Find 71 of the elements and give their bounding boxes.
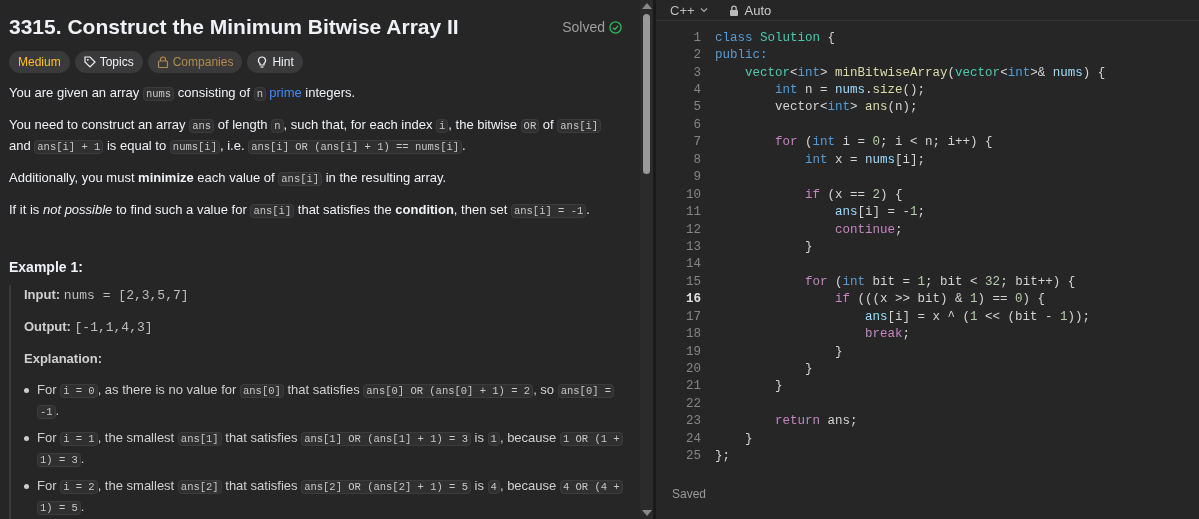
scrollbar[interactable]	[640, 0, 653, 519]
output-example-text: Output: [-1,1,4,3]	[24, 318, 154, 337]
code-line: for (int bit = 1; bit < 32; bit++) {	[804, 274, 1076, 289]
description-paragraph: If it is not possible to find such a value for ans[i] that satisfies the condition, then set ans[i] = -1 .	[9, 201, 591, 220]
code-line: }	[774, 379, 783, 394]
code-line: }	[804, 239, 813, 254]
code-line: }	[744, 431, 753, 446]
line-number: 13	[685, 239, 702, 254]
lock-icon	[156, 56, 169, 68]
problem-title: 3315. Construct the Minimum Bitwise Array II	[9, 15, 460, 39]
line-number: 11	[685, 205, 702, 220]
mode-label: Auto	[744, 2, 772, 18]
line-number: 14	[685, 257, 702, 272]
line-number: 25	[685, 449, 702, 464]
tag-button[interactable]: Companies	[147, 51, 243, 73]
line-number: 18	[685, 327, 702, 342]
code-line: int n = nums.size();	[774, 83, 926, 98]
line-number: 24	[685, 431, 702, 446]
code-line: }	[834, 344, 843, 359]
code-line: class Solution {	[715, 30, 836, 45]
line-number: 4	[692, 83, 702, 98]
code-line: return ans;	[774, 414, 858, 429]
chevron-down-icon	[698, 5, 709, 15]
language-dropdown[interactable]: C++	[670, 2, 709, 18]
line-number: 20	[685, 362, 702, 377]
explanation-label: Explanation:	[24, 350, 103, 368]
code-line: vector<int> ans(n);	[774, 100, 918, 115]
line-number: 6	[692, 117, 702, 132]
line-number: 10	[685, 187, 702, 202]
code-line: continue;	[834, 222, 903, 237]
solved-status: Solved	[562, 19, 605, 35]
code-line: for (int i = 0; i < n; i++) {	[774, 135, 993, 150]
example-heading: Example 1:	[9, 259, 84, 275]
code-line: };	[715, 449, 730, 464]
check-circle-icon	[609, 20, 622, 34]
line-number: 23	[685, 414, 702, 429]
code-line: int x = nums[i];	[804, 152, 926, 167]
line-number: 5	[692, 100, 702, 115]
line-number: 17	[685, 309, 702, 324]
lightbulb-icon	[256, 56, 269, 68]
code-line: if (x == 2) {	[804, 187, 903, 202]
description-paragraph: You need to construct an array ans of length n , such that, for each index i , the bitwise OR of ans[i] and ans[i] + 1 is equal to nums[i] , i.e. ans[i] OR (ans[i] + 1) == nums[i] .	[9, 115, 626, 157]
line-number: 7	[692, 135, 702, 150]
code-line: vector<int> minBitwiseArray(vector<int>& nums) {	[744, 65, 1106, 80]
code-line: ans[i] = -1;	[834, 205, 926, 220]
code-line: }	[804, 362, 813, 377]
line-number: 21	[685, 379, 702, 394]
line-number: 3	[692, 65, 702, 80]
code-line: break;	[864, 327, 911, 342]
code-line: ans[i] = x ^ (1 << (bit - 1));	[864, 309, 1091, 324]
lock-icon	[728, 4, 739, 16]
line-number: 15	[685, 274, 702, 289]
line-number: 8	[692, 152, 702, 167]
line-number: 16	[685, 292, 702, 307]
term-link[interactable]: prime	[269, 85, 302, 100]
line-number: 12	[685, 222, 702, 237]
tag-icon	[83, 56, 96, 68]
code-line: if (((x >> bit) & 1) == 0) {	[834, 292, 1046, 307]
line-number: 2	[692, 48, 702, 63]
description-paragraph: Additionally, you must minimize each value of ans[i] in the resulting array.	[9, 169, 448, 188]
code-line: public:	[715, 48, 768, 63]
tag-button[interactable]: Medium	[9, 51, 70, 73]
description-paragraph: You are given an array nums consisting of n prime integers.	[9, 84, 357, 103]
line-number: 22	[685, 396, 702, 411]
line-number: 19	[685, 344, 702, 359]
line-number: 9	[692, 170, 702, 185]
input-example-text: Input: nums = [2,3,5,7]	[24, 286, 190, 305]
tag-button[interactable]: Topics	[74, 51, 143, 73]
line-number: 1	[692, 30, 702, 45]
tag-button[interactable]: Hint	[247, 51, 303, 73]
save-status: Saved	[671, 487, 708, 501]
